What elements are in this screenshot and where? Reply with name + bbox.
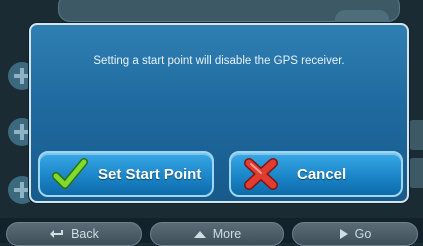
background-side-tab xyxy=(409,158,423,188)
more-label: More xyxy=(212,227,242,241)
right-chevron-icon xyxy=(339,229,348,239)
more-button[interactable]: More xyxy=(150,222,284,246)
back-label: Back xyxy=(71,227,99,241)
red-x-icon xyxy=(244,158,278,190)
back-arrow-icon xyxy=(50,230,64,238)
up-chevron-icon xyxy=(193,231,206,238)
set-start-point-label: Set Start Point xyxy=(98,165,202,183)
cancel-button[interactable]: Cancel xyxy=(229,151,403,197)
go-button[interactable]: Go xyxy=(292,222,418,246)
back-button[interactable]: Back xyxy=(6,222,142,246)
cancel-label: Cancel xyxy=(297,165,347,183)
set-start-point-button[interactable]: Set Start Point xyxy=(38,151,214,197)
checkmark-icon xyxy=(52,158,88,189)
dialog-message: Setting a start point will disable the G… xyxy=(93,55,345,67)
background-side-tab xyxy=(409,120,423,150)
go-label: Go xyxy=(354,227,372,241)
start-point-dialog: Setting a start point will disable the G… xyxy=(29,23,409,203)
